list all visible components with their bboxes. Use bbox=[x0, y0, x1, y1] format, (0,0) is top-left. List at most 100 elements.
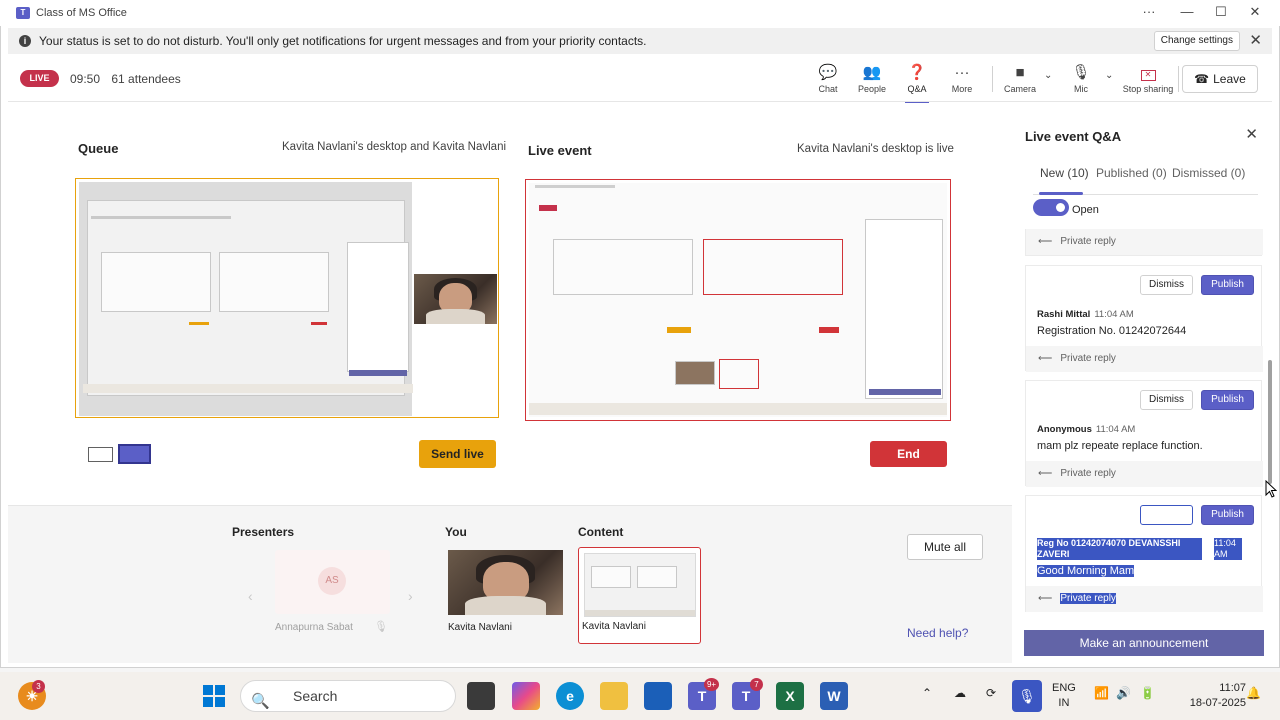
question-text: Registration No. 01242072644 bbox=[1037, 325, 1187, 337]
more-options-icon[interactable]: ··· bbox=[1134, 4, 1164, 19]
leave-button[interactable]: ☎ Leave bbox=[1182, 65, 1258, 93]
publish-button[interactable]: Publish bbox=[1201, 390, 1254, 410]
private-reply-row[interactable]: ⟵ Private reply bbox=[1026, 461, 1263, 487]
nested-cam bbox=[675, 361, 715, 385]
sync-icon[interactable]: ⟳ bbox=[986, 686, 996, 700]
info-icon: i bbox=[19, 35, 31, 47]
file-explorer-icon[interactable] bbox=[600, 682, 628, 710]
dismiss-button[interactable]: Dismiss bbox=[1140, 390, 1193, 410]
layout-side-by-side-icon[interactable] bbox=[118, 444, 151, 464]
nested-line bbox=[535, 185, 615, 188]
qa-label: Q&A bbox=[907, 84, 927, 94]
private-reply-row[interactable]: ⟵ Private reply bbox=[1026, 346, 1263, 372]
close-panel-icon[interactable]: ✕ bbox=[1245, 125, 1258, 143]
nested-send bbox=[667, 327, 691, 333]
mic-muted-icon: 🎙 bbox=[374, 621, 388, 633]
tab-published[interactable]: Published (0) bbox=[1096, 166, 1167, 180]
publish-button[interactable]: Publish bbox=[1201, 505, 1254, 525]
next-chevron-icon[interactable]: › bbox=[408, 588, 413, 604]
camera-button[interactable]: ■ Camera bbox=[994, 62, 1046, 94]
wifi-icon[interactable]: 📶 bbox=[1094, 686, 1109, 700]
input-language[interactable]: ENG IN bbox=[1052, 681, 1076, 711]
question-time: 11:04 AM bbox=[1214, 538, 1242, 560]
mic-in-use-icon[interactable]: 🎙 bbox=[1012, 680, 1042, 712]
taskbar-search[interactable]: 🔍 Search bbox=[240, 680, 456, 712]
publish-button[interactable]: Publish bbox=[1201, 275, 1254, 295]
search-label: Search bbox=[293, 688, 338, 704]
people-label: People bbox=[857, 84, 887, 94]
layout-single-icon[interactable] bbox=[88, 447, 113, 462]
private-reply-row[interactable]: ⟵ Private reply bbox=[1026, 586, 1263, 612]
leave-label: Leave bbox=[1213, 72, 1246, 86]
word-icon[interactable]: W bbox=[820, 682, 848, 710]
cloud-icon[interactable]: ☁ bbox=[954, 686, 966, 700]
open-toggle-label: Open bbox=[1072, 204, 1099, 216]
maximize-icon[interactable]: ☐ bbox=[1206, 4, 1236, 20]
you-title: You bbox=[445, 525, 467, 539]
system-clock[interactable]: 11:07 18-07-2025 bbox=[1190, 681, 1246, 711]
meeting-toolbar: LIVE 09:50 61 attendees 💬 Chat 👥 People … bbox=[8, 56, 1272, 104]
volume-icon[interactable]: 🔊 bbox=[1116, 686, 1131, 700]
content-tile[interactable]: Kavita Navlani bbox=[578, 547, 701, 644]
camera-options-chevron-icon[interactable]: ⌄ bbox=[1044, 70, 1052, 81]
question-card: Dismiss Publish Anonymous 11:04 AM mam pl… bbox=[1025, 380, 1263, 487]
lang-line-2: IN bbox=[1058, 697, 1070, 709]
weather-badge: 3 bbox=[32, 680, 45, 693]
windows-start-icon[interactable] bbox=[200, 682, 228, 710]
qa-panel-title: Live event Q&A bbox=[1025, 129, 1122, 144]
question-text: mam plz repeate replace function. bbox=[1037, 440, 1203, 452]
queue-preview[interactable] bbox=[75, 178, 499, 418]
open-toggle[interactable] bbox=[1033, 199, 1069, 216]
more-button[interactable]: ··· More bbox=[936, 62, 988, 94]
stop-sharing-button[interactable]: ✕ Stop sharing bbox=[1120, 62, 1176, 94]
make-announcement-button[interactable]: Make an announcement bbox=[1024, 630, 1264, 656]
store-icon[interactable] bbox=[644, 682, 672, 710]
nested-taskbar bbox=[83, 384, 413, 393]
send-live-button[interactable]: Send live bbox=[419, 440, 496, 468]
close-window-icon[interactable]: ✕ bbox=[1240, 4, 1270, 20]
queue-subtitle: Kavita Navlani's desktop and Kavita Navl… bbox=[282, 141, 507, 153]
author-name: Rashi Mittal bbox=[1037, 309, 1091, 320]
copilot-icon[interactable] bbox=[512, 682, 540, 710]
question-author: Anonymous 11:04 AM bbox=[1037, 424, 1135, 435]
tab-new[interactable]: New (10) bbox=[1040, 166, 1089, 180]
live-event-preview[interactable] bbox=[525, 179, 951, 421]
nested-live bbox=[703, 239, 843, 295]
mic-label: Mic bbox=[1074, 84, 1088, 94]
close-banner-icon[interactable]: ✕ bbox=[1249, 31, 1262, 49]
mic-button[interactable]: 🎙 Mic bbox=[1055, 62, 1107, 94]
meeting-timer: 09:50 bbox=[70, 72, 101, 86]
you-name: Kavita Navlani bbox=[448, 622, 512, 633]
nested-announce bbox=[349, 370, 407, 376]
battery-icon[interactable]: 🔋 bbox=[1140, 686, 1155, 700]
lang-line-1: ENG bbox=[1052, 682, 1076, 694]
presenter-tile[interactable]: AS bbox=[275, 550, 390, 614]
question-card: Dismiss Publish Reg No 01242074070 DEVAN… bbox=[1025, 495, 1263, 612]
dismiss-button[interactable]: Dismiss bbox=[1140, 505, 1193, 525]
tab-dismissed[interactable]: Dismissed (0) bbox=[1172, 166, 1245, 180]
queue-title: Queue bbox=[78, 141, 119, 156]
end-button[interactable]: End bbox=[870, 441, 947, 467]
question-card: Dismiss Publish Rashi Mittal 11:04 AM Reg… bbox=[1025, 265, 1263, 372]
private-reply-row[interactable]: ⟵ Private reply bbox=[1026, 229, 1263, 255]
change-settings-button[interactable]: Change settings bbox=[1153, 31, 1240, 51]
meeting-meta: 09:50 61 attendees bbox=[70, 72, 181, 86]
minimize-icon[interactable]: — bbox=[1172, 4, 1202, 19]
prev-chevron-icon[interactable]: ‹ bbox=[248, 588, 253, 604]
task-view-icon[interactable] bbox=[467, 682, 495, 710]
notification-icon[interactable]: 🔔 bbox=[1246, 686, 1261, 700]
queue-desktop-capture bbox=[79, 182, 413, 416]
edge-icon[interactable]: e bbox=[556, 682, 584, 710]
you-camera-tile[interactable] bbox=[448, 550, 563, 615]
dismiss-button[interactable]: Dismiss bbox=[1140, 275, 1193, 295]
presenter-avatar: AS bbox=[318, 567, 346, 595]
need-help-link[interactable]: Need help? bbox=[907, 626, 968, 640]
mute-all-button[interactable]: Mute all bbox=[907, 534, 983, 560]
show-hidden-icons-icon[interactable]: ⌃ bbox=[922, 686, 932, 700]
nested-taskbar bbox=[529, 403, 947, 415]
qa-scrollbar[interactable] bbox=[1268, 360, 1272, 484]
stop-sharing-label: Stop sharing bbox=[1122, 84, 1174, 94]
mic-options-chevron-icon[interactable]: ⌄ bbox=[1105, 70, 1113, 81]
excel-icon[interactable]: X bbox=[776, 682, 804, 710]
teams-badge: 9+ bbox=[704, 678, 719, 691]
